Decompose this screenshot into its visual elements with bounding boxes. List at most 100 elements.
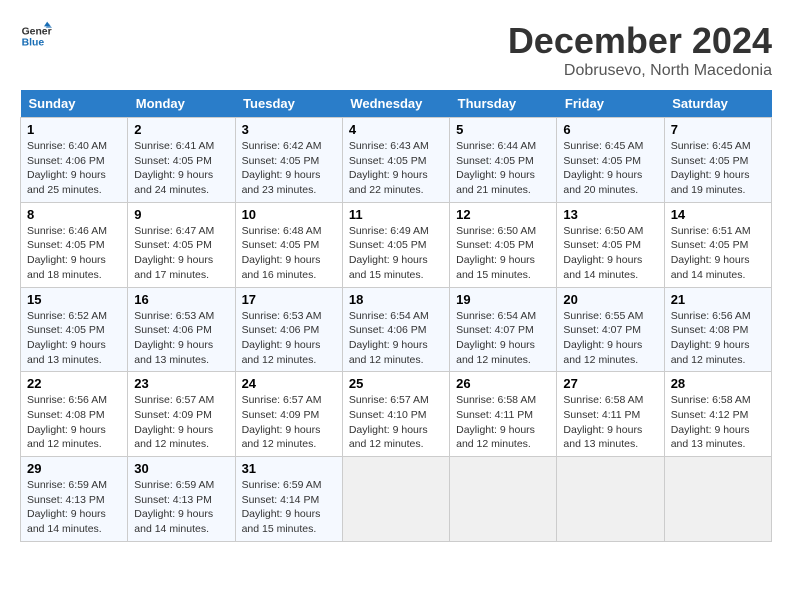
day-number: 12 (456, 207, 550, 222)
calendar-cell: 18 Sunrise: 6:54 AMSunset: 4:06 PMDayligh… (342, 287, 449, 372)
day-info: Sunrise: 6:47 AMSunset: 4:05 PMDaylight:… (134, 224, 228, 283)
day-number: 4 (349, 122, 443, 137)
week-row-4: 22 Sunrise: 6:56 AMSunset: 4:08 PMDayligh… (21, 372, 772, 457)
day-info: Sunrise: 6:49 AMSunset: 4:05 PMDaylight:… (349, 224, 443, 283)
week-row-3: 15 Sunrise: 6:52 AMSunset: 4:05 PMDayligh… (21, 287, 772, 372)
day-info: Sunrise: 6:43 AMSunset: 4:05 PMDaylight:… (349, 139, 443, 198)
col-sunday: Sunday (21, 90, 128, 118)
day-info: Sunrise: 6:52 AMSunset: 4:05 PMDaylight:… (27, 309, 121, 368)
day-info: Sunrise: 6:58 AMSunset: 4:11 PMDaylight:… (563, 393, 657, 452)
calendar-cell: 17 Sunrise: 6:53 AMSunset: 4:06 PMDayligh… (235, 287, 342, 372)
day-info: Sunrise: 6:50 AMSunset: 4:05 PMDaylight:… (563, 224, 657, 283)
calendar-cell (342, 457, 449, 542)
calendar-cell: 21Sunrise: 6:56 AMSunset: 4:08 PMDayligh… (664, 287, 771, 372)
calendar-cell: 11 Sunrise: 6:49 AMSunset: 4:05 PMDayligh… (342, 202, 449, 287)
day-number: 17 (242, 292, 336, 307)
week-row-2: 8 Sunrise: 6:46 AMSunset: 4:05 PMDaylight… (21, 202, 772, 287)
day-number: 5 (456, 122, 550, 137)
calendar-cell: 22 Sunrise: 6:56 AMSunset: 4:08 PMDayligh… (21, 372, 128, 457)
calendar-cell: 15 Sunrise: 6:52 AMSunset: 4:05 PMDayligh… (21, 287, 128, 372)
day-info: Sunrise: 6:42 AMSunset: 4:05 PMDaylight:… (242, 139, 336, 198)
day-number: 6 (563, 122, 657, 137)
day-info: Sunrise: 6:58 AMSunset: 4:11 PMDaylight:… (456, 393, 550, 452)
col-monday: Monday (128, 90, 235, 118)
calendar-cell: 20 Sunrise: 6:55 AMSunset: 4:07 PMDayligh… (557, 287, 664, 372)
calendar-cell: 25 Sunrise: 6:57 AMSunset: 4:10 PMDayligh… (342, 372, 449, 457)
calendar-cell: 28 Sunrise: 6:58 AMSunset: 4:12 PMDayligh… (664, 372, 771, 457)
day-info: Sunrise: 6:50 AMSunset: 4:05 PMDaylight:… (456, 224, 550, 283)
calendar-table: Sunday Monday Tuesday Wednesday Thursday… (20, 90, 772, 542)
calendar-cell: 27 Sunrise: 6:58 AMSunset: 4:11 PMDayligh… (557, 372, 664, 457)
month-title: December 2024 (508, 20, 772, 62)
day-info: Sunrise: 6:54 AMSunset: 4:06 PMDaylight:… (349, 309, 443, 368)
day-number: 9 (134, 207, 228, 222)
calendar-cell: 8 Sunrise: 6:46 AMSunset: 4:05 PMDaylight… (21, 202, 128, 287)
calendar-cell: 31 Sunrise: 6:59 AMSunset: 4:14 PMDayligh… (235, 457, 342, 542)
calendar-cell: 1 Sunrise: 6:40 AMSunset: 4:06 PMDaylight… (21, 118, 128, 203)
day-number: 20 (563, 292, 657, 307)
day-number: 25 (349, 376, 443, 391)
header-row: Sunday Monday Tuesday Wednesday Thursday… (21, 90, 772, 118)
day-info: Sunrise: 6:58 AMSunset: 4:12 PMDaylight:… (671, 393, 765, 452)
day-info: Sunrise: 6:55 AMSunset: 4:07 PMDaylight:… (563, 309, 657, 368)
col-thursday: Thursday (450, 90, 557, 118)
calendar-cell: 29Sunrise: 6:59 AMSunset: 4:13 PMDayligh… (21, 457, 128, 542)
calendar-cell: 24Sunrise: 6:57 AMSunset: 4:09 PMDayligh… (235, 372, 342, 457)
header-section: General Blue December 2024 Dobrusevo, No… (20, 20, 772, 80)
title-block: December 2024 Dobrusevo, North Macedonia (508, 20, 772, 80)
day-info: Sunrise: 6:40 AMSunset: 4:06 PMDaylight:… (27, 139, 121, 198)
day-number: 26 (456, 376, 550, 391)
day-number: 18 (349, 292, 443, 307)
calendar-cell (450, 457, 557, 542)
calendar-cell: 14Sunrise: 6:51 AMSunset: 4:05 PMDayligh… (664, 202, 771, 287)
day-info: Sunrise: 6:44 AMSunset: 4:05 PMDaylight:… (456, 139, 550, 198)
day-info: Sunrise: 6:45 AMSunset: 4:05 PMDaylight:… (671, 139, 765, 198)
location-title: Dobrusevo, North Macedonia (508, 62, 772, 80)
day-number: 11 (349, 207, 443, 222)
day-number: 13 (563, 207, 657, 222)
day-info: Sunrise: 6:56 AMSunset: 4:08 PMDaylight:… (27, 393, 121, 452)
day-number: 3 (242, 122, 336, 137)
day-number: 22 (27, 376, 121, 391)
week-row-1: 1 Sunrise: 6:40 AMSunset: 4:06 PMDaylight… (21, 118, 772, 203)
day-info: Sunrise: 6:59 AMSunset: 4:14 PMDaylight:… (242, 478, 336, 537)
day-info: Sunrise: 6:56 AMSunset: 4:08 PMDaylight:… (671, 309, 765, 368)
calendar-cell: 13 Sunrise: 6:50 AMSunset: 4:05 PMDayligh… (557, 202, 664, 287)
svg-text:Blue: Blue (22, 38, 45, 49)
col-friday: Friday (557, 90, 664, 118)
day-info: Sunrise: 6:46 AMSunset: 4:05 PMDaylight:… (27, 224, 121, 283)
day-info: Sunrise: 6:53 AMSunset: 4:06 PMDaylight:… (242, 309, 336, 368)
day-number: 23 (134, 376, 228, 391)
calendar-cell: 9 Sunrise: 6:47 AMSunset: 4:05 PMDaylight… (128, 202, 235, 287)
day-number: 15 (27, 292, 121, 307)
calendar-cell: 30Sunrise: 6:59 AMSunset: 4:13 PMDayligh… (128, 457, 235, 542)
calendar-cell: 7 Sunrise: 6:45 AMSunset: 4:05 PMDaylight… (664, 118, 771, 203)
day-number: 16 (134, 292, 228, 307)
day-number: 1 (27, 122, 121, 137)
calendar-cell: 2 Sunrise: 6:41 AMSunset: 4:05 PMDaylight… (128, 118, 235, 203)
col-wednesday: Wednesday (342, 90, 449, 118)
day-number: 30 (134, 461, 228, 476)
day-info: Sunrise: 6:57 AMSunset: 4:10 PMDaylight:… (349, 393, 443, 452)
day-number: 27 (563, 376, 657, 391)
col-saturday: Saturday (664, 90, 771, 118)
calendar-cell: 26 Sunrise: 6:58 AMSunset: 4:11 PMDayligh… (450, 372, 557, 457)
day-info: Sunrise: 6:45 AMSunset: 4:05 PMDaylight:… (563, 139, 657, 198)
calendar-cell: 5 Sunrise: 6:44 AMSunset: 4:05 PMDaylight… (450, 118, 557, 203)
calendar-cell: 23Sunrise: 6:57 AMSunset: 4:09 PMDayligh… (128, 372, 235, 457)
day-number: 7 (671, 122, 765, 137)
day-info: Sunrise: 6:48 AMSunset: 4:05 PMDaylight:… (242, 224, 336, 283)
day-number: 29 (27, 461, 121, 476)
logo: General Blue (20, 20, 52, 52)
day-number: 8 (27, 207, 121, 222)
calendar-cell (557, 457, 664, 542)
col-tuesday: Tuesday (235, 90, 342, 118)
day-number: 28 (671, 376, 765, 391)
calendar-cell: 19Sunrise: 6:54 AMSunset: 4:07 PMDayligh… (450, 287, 557, 372)
logo-icon: General Blue (20, 20, 52, 52)
day-number: 2 (134, 122, 228, 137)
calendar-cell: 10Sunrise: 6:48 AMSunset: 4:05 PMDayligh… (235, 202, 342, 287)
day-info: Sunrise: 6:41 AMSunset: 4:05 PMDaylight:… (134, 139, 228, 198)
day-number: 31 (242, 461, 336, 476)
svg-text:General: General (22, 26, 52, 37)
